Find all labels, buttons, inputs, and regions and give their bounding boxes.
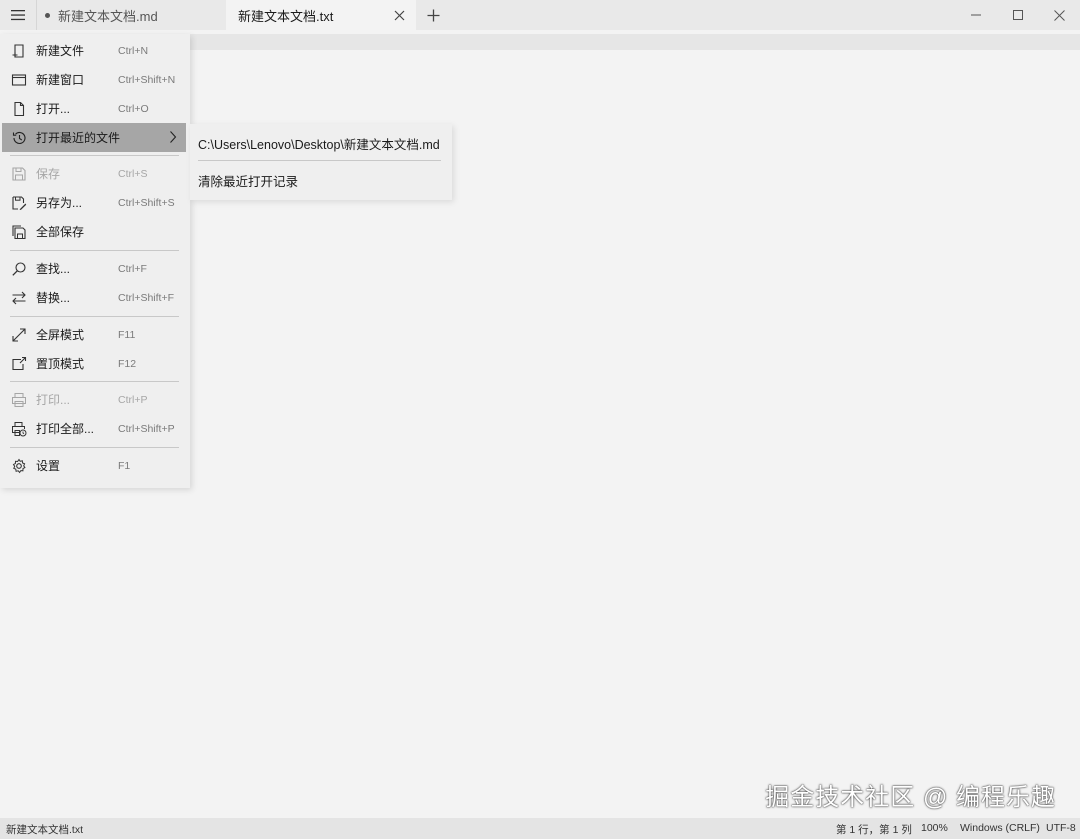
menu-item-shortcut: Ctrl+Shift+P [118,422,175,435]
menu-item-label: 保存 [36,167,61,181]
menu-separator [10,250,179,251]
save-as-icon [12,195,27,210]
menu-item-replace[interactable]: 替换... Ctrl+Shift+F [2,283,186,312]
menu-item-label: 另存为... [36,196,83,210]
menu-item-shortcut: Ctrl+S [118,167,148,180]
status-line-ending[interactable]: Windows (CRLF) [960,822,1040,834]
menu-item-print-all[interactable]: 打印全部... Ctrl+Shift+P [2,414,186,443]
status-zoom[interactable]: 100% [921,822,948,834]
watermark: 掘金技术社区 @ 编程乐趣 [765,784,1056,811]
menu-item-new-window[interactable]: 新建窗口 Ctrl+Shift+N [2,65,186,94]
menu-item-label: 查找... [36,262,71,276]
menu-item-label: 打开... [36,102,71,116]
menu-item-label: 打印全部... [36,422,95,436]
clear-recent-button[interactable]: 清除最近打开记录 [198,171,298,190]
menu-item-label: 全屏模式 [36,328,85,342]
menu-button[interactable] [0,0,36,30]
fullscreen-icon [12,327,26,342]
tab-md-file[interactable]: 新建文本文档.md [36,0,224,30]
replace-icon [12,291,26,304]
menu-item-shortcut: Ctrl+N [118,44,149,57]
open-file-icon [14,101,25,116]
new-window-icon [11,73,27,86]
menu-item-open-recent[interactable]: 打开最近的文件 [2,123,186,152]
gear-icon [12,458,26,473]
menu-item-label: 置顶模式 [36,357,85,371]
menu-item-shortcut: F1 [118,459,131,472]
plus-icon [427,9,439,21]
menu-item-shortcut: Ctrl+O [118,102,149,115]
recent-file-item[interactable]: C:\Users\Lenovo\Desktop\新建文本文档.md [198,134,440,153]
status-filename: 新建文本文档.txt [6,824,84,836]
tab-label: 新建文本文档.txt [238,8,334,24]
menu-separator [10,316,179,317]
recent-files-submenu: C:\Users\Lenovo\Desktop\新建文本文档.md 清除最近打开… [190,124,452,200]
print-icon [12,392,26,407]
tab-label: 新建文本文档.md [58,8,158,24]
menu-item-shortcut: Ctrl+Shift+F [118,291,175,304]
menu-item-label: 新建窗口 [36,73,85,87]
status-cursor-position[interactable]: 第 1 行，第 1 列 [836,822,912,837]
menu-item-shortcut: Ctrl+F [118,262,147,275]
menu-item-settings[interactable]: 设置 F1 [2,451,186,480]
submenu-separator [198,160,441,161]
new-tab-button[interactable] [420,0,446,30]
menu-item-print: 打印... Ctrl+P [2,385,186,414]
unsaved-dot-icon [45,12,50,18]
menu-item-label: 打印... [36,393,71,407]
save-icon [12,166,26,181]
print-all-icon [12,421,27,436]
close-window-button[interactable] [1039,0,1079,30]
menu-item-label: 设置 [36,459,61,473]
status-bar: 新建文本文档.txt 第 1 行，第 1 列 100% Windows (CRL… [0,818,1080,839]
history-icon [12,131,26,144]
menu-item-shortcut: Ctrl+P [118,393,148,406]
menu-item-always-on-top[interactable]: 置顶模式 F12 [2,349,186,378]
title-bar: 新建文本文档.md 新建文本文档.txt [0,0,1080,30]
menu-item-label: 打开最近的文件 [36,131,121,145]
editor-current-line [190,34,1080,50]
hamburger-icon [11,10,25,21]
menu-item-new-file[interactable]: 新建文件 Ctrl+N [2,36,186,65]
pin-on-top-icon [12,356,27,370]
menu-item-label: 替换... [36,291,71,305]
menu-item-shortcut: Ctrl+Shift+S [118,196,175,209]
menu-item-find[interactable]: 查找... Ctrl+F [2,254,186,283]
menu-item-save-all[interactable]: 全部保存 [2,217,186,246]
menu-item-save: 保存 Ctrl+S [2,159,186,188]
menu-item-shortcut: F11 [118,328,136,341]
menu-separator [10,155,179,156]
close-icon [1053,9,1065,21]
close-tab-button[interactable] [392,8,406,22]
main-menu: 新建文件 Ctrl+N 新建窗口 Ctrl+Shift+N 打开... Ctrl… [0,34,190,488]
save-all-icon [12,224,26,239]
status-encoding[interactable]: UTF-8 [1046,822,1076,834]
close-icon [394,10,404,20]
minimize-button[interactable] [956,0,996,30]
menu-item-save-as[interactable]: 另存为... Ctrl+Shift+S [2,188,186,217]
maximize-icon [1013,10,1023,20]
menu-item-label: 新建文件 [36,44,85,58]
menu-separator [10,381,179,382]
menu-item-label: 全部保存 [36,225,85,239]
minimize-icon [971,14,981,16]
search-icon [12,261,26,276]
menu-item-fullscreen[interactable]: 全屏模式 F11 [2,320,186,349]
tab-txt-file[interactable]: 新建文本文档.txt [226,0,416,30]
notepad-window: 新建文本文档.md 新建文本文档.txt 掘金技术社区 @ 编程乐趣 新建文件 … [0,0,1080,839]
chevron-right-icon [170,131,177,143]
maximize-button[interactable] [998,0,1038,30]
menu-item-open[interactable]: 打开... Ctrl+O [2,94,186,123]
menu-item-shortcut: Ctrl+Shift+N [118,73,176,86]
menu-separator [10,447,179,448]
menu-item-shortcut: F12 [118,357,137,370]
new-file-icon [12,43,24,58]
